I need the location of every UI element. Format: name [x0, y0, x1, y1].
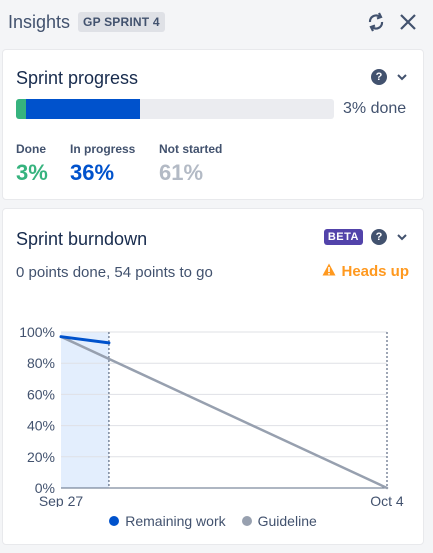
legend-remaining-label: Remaining work [125, 513, 226, 529]
sprint-progress-bar [16, 99, 334, 119]
y-tick-label: 40% [27, 418, 55, 434]
legend-guideline-dot [241, 516, 252, 526]
heads-up-link[interactable]: Heads up [322, 263, 409, 280]
progress-in-progress-segment [25, 99, 140, 119]
close-icon[interactable] [397, 11, 419, 33]
x-tick-label: Sep 27 [39, 493, 84, 507]
header-actions [365, 11, 419, 33]
stat-in-progress-value: 36% [70, 160, 115, 185]
guideline-series-line [59, 335, 389, 490]
stat-not-started-value: 61% [159, 160, 204, 185]
stat-not-started-label: Not started [159, 142, 223, 156]
chevron-down-icon[interactable] [395, 70, 409, 84]
legend-guideline[interactable]: Guideline [241, 513, 317, 529]
chevron-down-icon[interactable] [395, 230, 409, 244]
burndown-summary: 0 points done, 54 points to go [16, 264, 213, 281]
legend-remaining-work[interactable]: Remaining work [109, 513, 226, 529]
refresh-icon[interactable] [365, 11, 387, 33]
sprint-badge: GP SPRINT 4 [78, 12, 165, 32]
sprint-burndown-card: Sprint burndown BETA ? 0 points done, 54… [2, 208, 424, 545]
y-tick-label: 60% [27, 386, 55, 402]
y-tick-label: 100% [19, 324, 55, 340]
stat-done-value: 3% [16, 160, 48, 185]
sprint-burndown-actions: BETA ? [323, 229, 409, 245]
beta-badge: BETA [323, 229, 363, 245]
heads-up-label: Heads up [341, 263, 409, 280]
sprint-progress-actions: ? [371, 69, 409, 85]
burndown-chart: 100%80%60%40%20%0%Sep 27 Oct 4 [19, 324, 404, 507]
progress-done-text: 3% done [343, 100, 407, 117]
stat-not-started: Not started 61% [159, 142, 222, 186]
progress-done-segment [16, 99, 26, 119]
help-icon[interactable]: ? [371, 69, 387, 85]
x-tick-label: Oct 4 [370, 493, 404, 507]
insights-header: Insights GP SPRINT 4 [0, 0, 433, 44]
y-tick-label: 20% [27, 449, 55, 465]
y-tick-label: 80% [27, 355, 55, 371]
sprint-progress-card: Sprint progress ? 3% done Done 3% In pro… [2, 49, 424, 200]
sprint-burndown-title: Sprint burndown [16, 229, 148, 249]
stat-done: Done 3% [16, 142, 48, 186]
help-icon[interactable]: ? [371, 229, 387, 245]
warning-icon [322, 263, 336, 280]
stat-in-progress: In progress 36% [70, 142, 135, 186]
stat-in-progress-label: In progress [70, 142, 136, 156]
panel-title: Insights [8, 11, 71, 32]
stat-done-label: Done [16, 142, 46, 156]
chart-legend: Remaining work Guideline [3, 513, 423, 529]
legend-remaining-dot [109, 516, 120, 526]
sprint-progress-title: Sprint progress [16, 68, 139, 88]
legend-guideline-label: Guideline [257, 513, 317, 529]
